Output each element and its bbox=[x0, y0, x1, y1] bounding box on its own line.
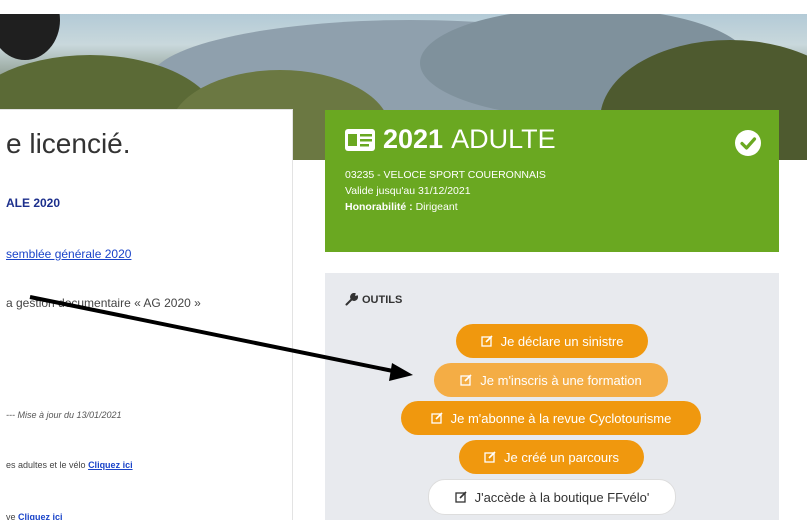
top-strip bbox=[0, 0, 807, 14]
adults-text: es adultes et le vélo Cliquez ici bbox=[6, 460, 133, 470]
declare-claim-button[interactable]: Je déclare un sinistre bbox=[456, 324, 648, 358]
welcome-title: e licencié. bbox=[6, 128, 131, 159]
edit-icon bbox=[430, 412, 443, 424]
id-card-icon bbox=[345, 128, 375, 151]
button-label: Je déclare un sinistre bbox=[500, 333, 624, 349]
button-label: J'accède à la boutique FFvélo' bbox=[474, 489, 650, 505]
assembly-link[interactable]: semblée générale 2020 bbox=[6, 247, 131, 261]
license-year: 2021 bbox=[383, 124, 444, 154]
license-category: ADULTE bbox=[451, 124, 556, 154]
license-header: 2021 ADULTE bbox=[345, 124, 556, 155]
honor-value: Dirigeant bbox=[415, 201, 458, 213]
docs-text: a gestion documentaire « AG 2020 » bbox=[6, 296, 201, 310]
edit-icon bbox=[460, 374, 472, 386]
adults-label: es adultes et le vélo bbox=[6, 460, 89, 470]
assembly-heading-link[interactable]: ALE 2020 bbox=[6, 196, 60, 210]
last-link[interactable]: Cliquez ici bbox=[18, 512, 63, 520]
wrench-icon bbox=[345, 293, 358, 306]
button-label: Je m'inscris à une formation bbox=[480, 372, 642, 388]
edit-icon bbox=[484, 451, 496, 463]
last-text: ve Cliquez ici bbox=[6, 512, 63, 520]
edit-icon bbox=[454, 491, 467, 503]
license-info: 03235 - VELOCE SPORT COUERONNAIS Valide … bbox=[345, 167, 546, 215]
edit-icon bbox=[480, 335, 493, 347]
button-label: Je créé un parcours bbox=[504, 449, 619, 465]
license-card: 2021 ADULTE 03235 - VELOCE SPORT COUERON… bbox=[325, 110, 779, 252]
tools-card: OUTILS Je déclare un sinistre Je m'inscr… bbox=[325, 273, 779, 520]
create-route-button[interactable]: Je créé un parcours bbox=[459, 440, 644, 474]
tools-heading: OUTILS bbox=[345, 293, 402, 306]
club-name: 03235 - VELOCE SPORT COUERONNAIS bbox=[345, 169, 546, 181]
shop-button[interactable]: J'accède à la boutique FFvélo' bbox=[428, 479, 676, 515]
last-label: ve bbox=[6, 512, 19, 520]
valid-until: Valide jusqu'au 31/12/2021 bbox=[345, 185, 471, 197]
honor-label: Honorabilité : bbox=[345, 201, 413, 213]
news-card: e licencié. ALE 2020 semblée générale 20… bbox=[0, 110, 292, 520]
adults-link[interactable]: Cliquez ici bbox=[88, 460, 133, 470]
honor-line: Honorabilité : Dirigeant bbox=[345, 199, 546, 215]
button-label: Je m'abonne à la revue Cyclotourisme bbox=[450, 410, 672, 426]
update-note: --- Mise à jour du 13/01/2021 bbox=[6, 410, 122, 420]
tools-title: OUTILS bbox=[362, 293, 403, 306]
check-circle-icon bbox=[735, 130, 761, 156]
subscribe-magazine-button[interactable]: Je m'abonne à la revue Cyclotourisme bbox=[401, 401, 701, 435]
register-training-button[interactable]: Je m'inscris à une formation bbox=[434, 363, 668, 397]
